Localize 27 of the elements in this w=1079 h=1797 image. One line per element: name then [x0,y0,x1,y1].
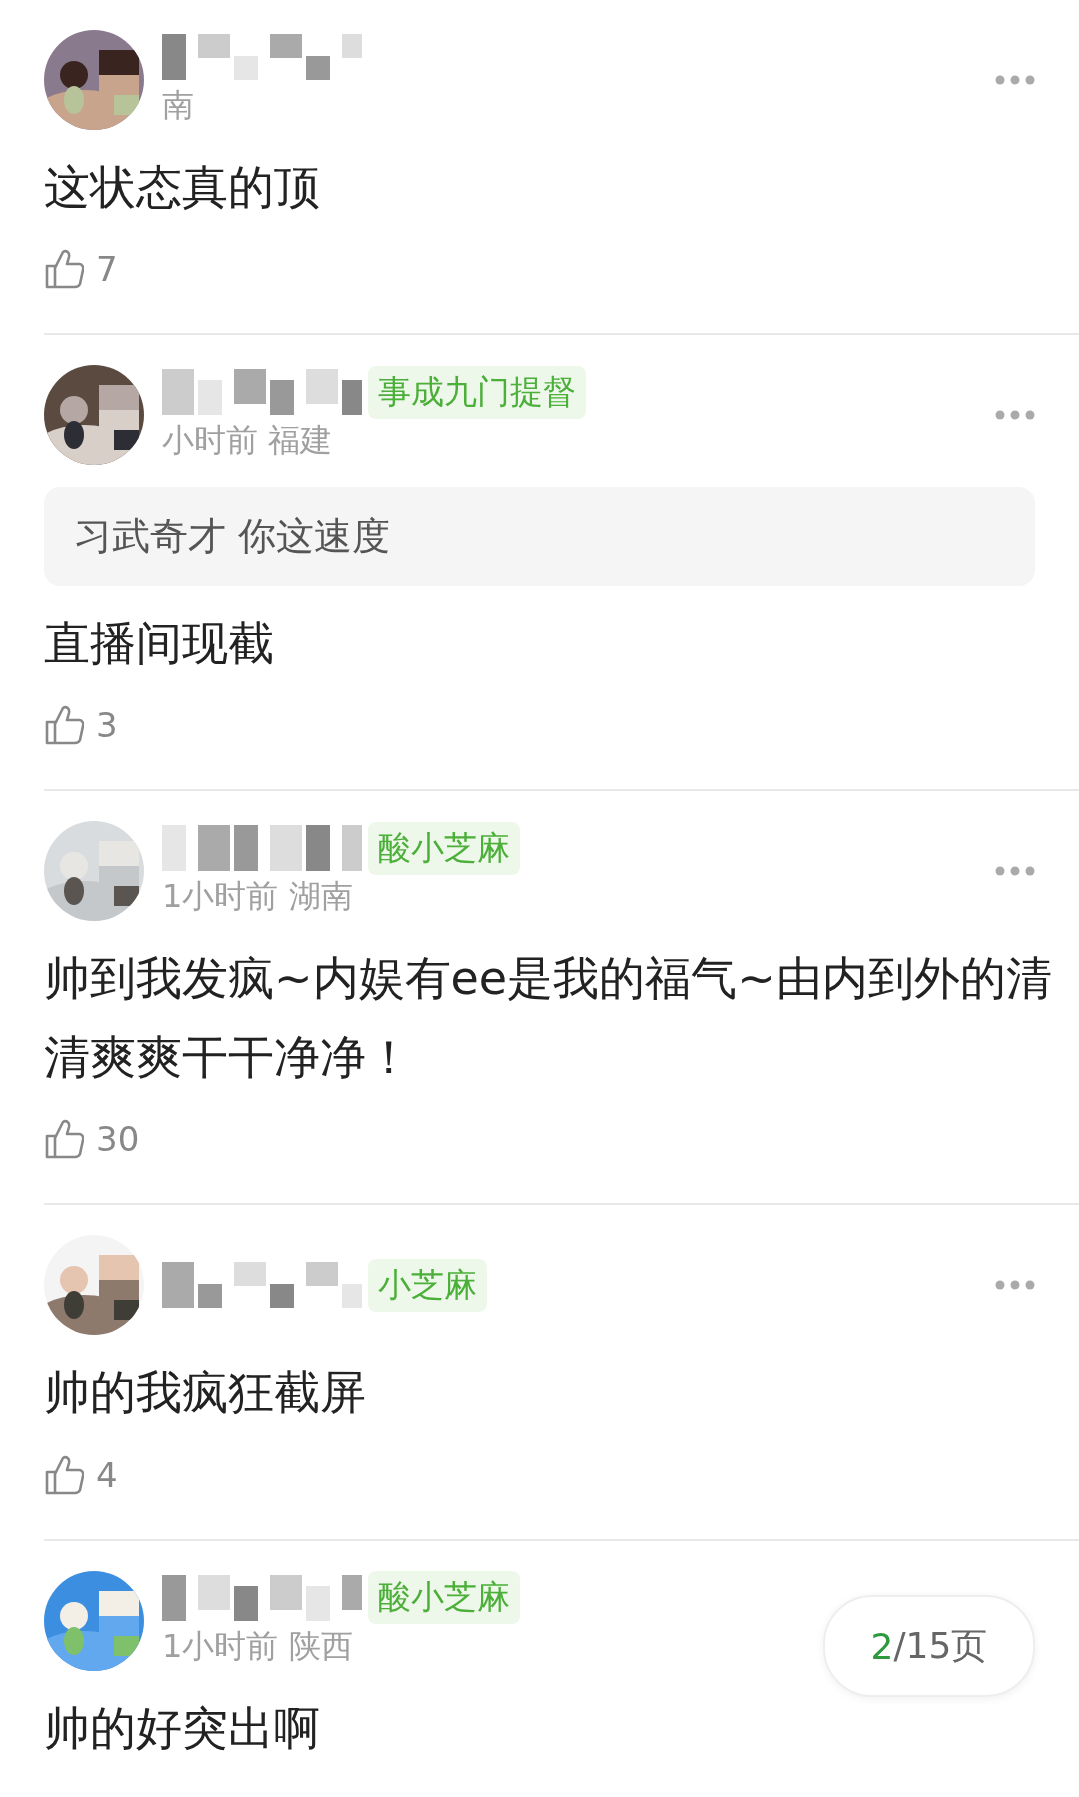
more-icon[interactable] [995,410,1035,421]
comment-meta: 1小时前 湖南 [162,876,353,918]
like-count: 7 [96,249,118,290]
fan-badge: 小芝麻 [368,1258,487,1312]
comment-text: 帅到我发疯~内娱有ee是我的福气~由内到外的清清爽爽干干净净！ [44,950,1053,1087]
comment-meta: 小时前 福建 [162,420,333,462]
comment-text: 这状态真的顶 [44,159,321,216]
thumbs-up-icon[interactable] [44,704,84,747]
fan-badge: 酸小芝麻 [368,1571,520,1625]
more-icon[interactable] [995,866,1035,877]
page-indicator[interactable]: 2/15页 [823,1595,1035,1697]
more-icon[interactable] [995,75,1035,85]
thumbs-up-icon[interactable] [44,1453,84,1496]
comment-text: 帅的好突出啊 [44,1699,321,1757]
fan-badge: 酸小芝麻 [368,821,520,875]
like-count: 30 [96,1119,140,1160]
more-icon[interactable] [995,1280,1035,1291]
comment-text: 帅的我疯狂截屏 [44,1364,367,1422]
like-count: 3 [96,705,118,746]
thumbs-up-icon[interactable] [44,1118,84,1161]
comment-meta: 南 [162,85,194,126]
thumbs-up-icon[interactable] [44,248,84,291]
quoted-reply: 习武奇才 你这速度 [44,487,1035,587]
comment-text: 直播间现截 [44,615,275,673]
like-count: 4 [96,1454,118,1495]
fan-badge: 事成九门提督 [368,365,586,419]
comment-meta: 1小时前 陕西 [162,1625,353,1667]
